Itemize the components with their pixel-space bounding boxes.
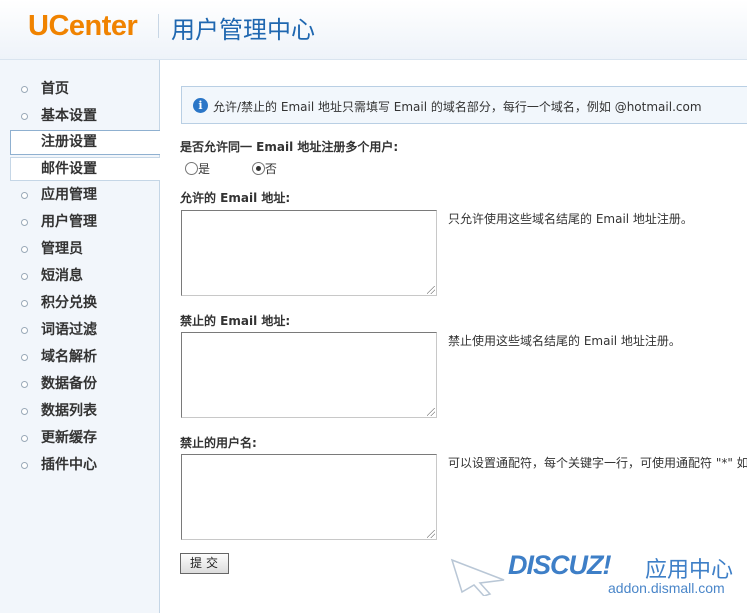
sidebar-item-label: 管理员 — [41, 241, 83, 257]
sidebar-item-app-management[interactable]: 应用管理 — [0, 182, 160, 209]
main-content: i 允许/禁止的 Email 地址只需填写 Email 的域名部分，每行一个域名… — [161, 60, 747, 613]
bullet-icon — [21, 273, 28, 280]
sidebar-item-label: 数据备份 — [41, 376, 97, 392]
sidebar-item-basic-settings[interactable]: 基本设置 — [0, 103, 160, 130]
bullet-icon — [21, 354, 28, 361]
sidebar-item-credit-exchange[interactable]: 积分兑换 — [0, 290, 160, 317]
bullet-icon — [21, 381, 28, 388]
banned-username-title: 禁止的用户名: — [180, 436, 257, 450]
sidebar-item-label: 词语过滤 — [41, 322, 97, 338]
header: UCenter 用户管理中心 — [0, 0, 747, 60]
bullet-icon — [21, 192, 28, 199]
submit-button[interactable]: 提交 — [180, 553, 229, 574]
header-title: 用户管理中心 — [171, 16, 315, 44]
sidebar-item-messages[interactable]: 短消息 — [0, 263, 160, 290]
sidebar-item-word-filter[interactable]: 词语过滤 — [0, 317, 160, 344]
bullet-icon — [21, 408, 28, 415]
bullet-icon — [21, 435, 28, 442]
sidebar-item-label: 插件中心 — [41, 457, 97, 473]
radio-yes[interactable] — [185, 162, 198, 175]
sidebar-item-label: 数据列表 — [41, 403, 97, 419]
sidebar-item-home[interactable]: 首页 — [0, 76, 160, 103]
sidebar: 首页 基本设置 注册设置 邮件设置 应用管理 用户管理 管理员 短消息 积分兑换… — [0, 60, 160, 613]
multi-user-title: 是否允许同一 Email 地址注册多个用户: — [180, 140, 399, 154]
info-text: 允许/禁止的 Email 地址只需填写 Email 的域名部分，每行一个域名，例… — [213, 100, 702, 114]
sidebar-item-domain-resolve[interactable]: 域名解析 — [0, 344, 160, 371]
ucenter-logo[interactable]: UCenter — [28, 10, 138, 43]
bullet-icon — [21, 462, 28, 469]
banned-username-textarea[interactable] — [181, 454, 437, 540]
discuz-watermark: DISCUZ! 应用中心 addon.dismall.com — [450, 550, 740, 600]
sidebar-item-user-management[interactable]: 用户管理 — [0, 209, 160, 236]
sidebar-nav: 首页 基本设置 注册设置 邮件设置 应用管理 用户管理 管理员 短消息 积分兑换… — [0, 76, 160, 479]
radio-no[interactable] — [251, 162, 265, 175]
cursor-arrow-icon — [450, 558, 505, 596]
sidebar-item-mail-settings[interactable]: 邮件设置 — [10, 157, 160, 181]
logo-rest: Center — [48, 10, 138, 42]
allowed-email-title: 允许的 Email 地址: — [180, 191, 291, 205]
allowed-email-textarea[interactable] — [181, 210, 437, 296]
resize-grip-icon[interactable] — [427, 408, 435, 416]
sidebar-item-register-settings[interactable]: 注册设置 — [10, 130, 160, 155]
radio-yes-label: 是 — [198, 162, 211, 176]
sidebar-item-label: 首页 — [41, 81, 69, 97]
bullet-icon — [21, 113, 28, 120]
sidebar-item-update-cache[interactable]: 更新缓存 — [0, 425, 160, 452]
bullet-icon — [21, 219, 28, 226]
sidebar-item-label: 短消息 — [41, 268, 83, 284]
logo-u: U — [28, 10, 49, 42]
sidebar-item-label: 应用管理 — [41, 187, 97, 203]
sidebar-item-label: 注册设置 — [41, 134, 97, 150]
watermark-brand: DISCUZ! — [508, 550, 611, 580]
banned-email-title: 禁止的 Email 地址: — [180, 314, 291, 328]
resize-grip-icon[interactable] — [427, 286, 435, 294]
header-divider — [158, 14, 159, 38]
bullet-icon — [21, 246, 28, 253]
sidebar-item-label: 积分兑换 — [41, 295, 97, 311]
info-icon: i — [193, 98, 208, 113]
banned-email-hint: 禁止使用这些域名结尾的 Email 地址注册。 — [448, 334, 681, 348]
bullet-icon — [21, 327, 28, 334]
sidebar-item-label: 用户管理 — [41, 214, 97, 230]
sidebar-item-data-list[interactable]: 数据列表 — [0, 398, 160, 425]
bullet-icon — [21, 86, 28, 93]
sidebar-item-label: 邮件设置 — [41, 161, 97, 177]
sidebar-item-label: 域名解析 — [41, 349, 97, 365]
banned-username-hint: 可以设置通配符，每个关键字一行，可使用通配符 "*" 如 — [448, 456, 747, 470]
allowed-email-hint: 只允许使用这些域名结尾的 Email 地址注册。 — [448, 212, 693, 226]
radio-option-yes[interactable]: 是 — [185, 160, 210, 177]
info-notice: i 允许/禁止的 Email 地址只需填写 Email 的域名部分，每行一个域名… — [181, 86, 747, 124]
sidebar-item-label: 基本设置 — [41, 108, 97, 124]
banned-email-textarea[interactable] — [181, 332, 437, 418]
bullet-icon — [21, 300, 28, 307]
watermark-url: addon.dismall.com — [608, 580, 725, 596]
multi-user-radio-group: 是 否 — [185, 160, 315, 177]
resize-grip-icon[interactable] — [427, 530, 435, 538]
radio-option-no[interactable]: 否 — [251, 160, 277, 177]
sidebar-item-label: 更新缓存 — [41, 430, 97, 446]
sidebar-item-plugin-center[interactable]: 插件中心 — [0, 452, 160, 479]
radio-no-label: 否 — [264, 162, 277, 176]
sidebar-item-data-backup[interactable]: 数据备份 — [0, 371, 160, 398]
sidebar-item-administrators[interactable]: 管理员 — [0, 236, 160, 263]
